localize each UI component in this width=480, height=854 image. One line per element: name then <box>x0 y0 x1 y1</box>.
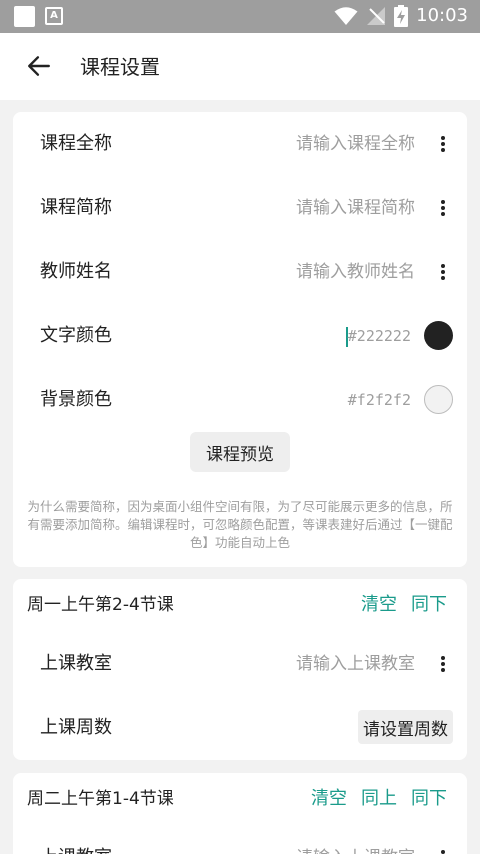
status-notifications: A <box>14 6 63 27</box>
session-title: 周一上午第2-4节课 <box>27 595 174 615</box>
same-as-next-button[interactable]: 同下 <box>411 785 447 813</box>
session-title: 周二上午第1-4节课 <box>27 789 174 809</box>
session-actions: 清空 同下 <box>361 591 447 619</box>
status-bar: A 10:03 <box>0 0 480 33</box>
status-indicators: 10:03 <box>334 5 468 27</box>
short-name-row: 课程简称 <box>13 190 467 226</box>
more-vert-icon[interactable] <box>431 652 455 676</box>
text-color-swatch[interactable] <box>424 321 453 350</box>
room-row: 上课教室 <box>13 840 467 854</box>
bg-color-label: 背景颜色 <box>40 389 112 410</box>
text-color-row: 文字颜色 #222222 <box>13 318 467 354</box>
text-color-label: 文字颜色 <box>40 325 112 346</box>
weeks-row: 上课周数 请设置周数 <box>13 710 467 746</box>
more-vert-icon[interactable] <box>431 846 455 854</box>
notification-icon <box>14 6 35 27</box>
room-input[interactable] <box>185 646 415 682</box>
status-time: 10:03 <box>416 5 468 26</box>
font-icon: A <box>45 7 63 25</box>
full-name-label: 课程全称 <box>40 133 112 154</box>
more-vert-icon[interactable] <box>431 260 455 284</box>
bg-color-swatch[interactable] <box>424 385 453 414</box>
battery-charging-icon <box>394 5 409 27</box>
back-arrow-icon[interactable] <box>26 53 52 79</box>
no-signal-icon <box>367 7 386 25</box>
session-card: 周一上午第2-4节课 清空 同下 上课教室 上课周数 请设置周数 <box>13 579 467 760</box>
full-name-input[interactable] <box>185 126 415 162</box>
room-label: 上课教室 <box>40 653 112 674</box>
course-info-card: 课程全称 课程简称 教师姓名 文字颜色 #222222 背景颜色 #f2f2f2… <box>13 112 467 567</box>
session-actions: 清空 同上 同下 <box>311 785 447 813</box>
room-input[interactable] <box>185 840 415 854</box>
text-color-input[interactable]: #222222 <box>348 318 411 354</box>
clear-button[interactable]: 清空 <box>361 591 397 619</box>
teacher-input[interactable] <box>185 254 415 290</box>
room-label: 上课教室 <box>40 840 112 854</box>
teacher-row: 教师姓名 <box>13 254 467 290</box>
clear-button[interactable]: 清空 <box>311 785 347 813</box>
session-card: 周二上午第1-4节课 清空 同上 同下 上课教室 <box>13 773 467 854</box>
page-title: 课程设置 <box>80 55 160 79</box>
room-row: 上课教室 <box>13 646 467 682</box>
more-vert-icon[interactable] <box>431 196 455 220</box>
short-name-input[interactable] <box>185 190 415 226</box>
bg-color-input[interactable]: #f2f2f2 <box>348 382 411 418</box>
bg-color-row: 背景颜色 #f2f2f2 <box>13 382 467 418</box>
short-name-label: 课程简称 <box>40 197 112 218</box>
app-bar: 课程设置 <box>0 33 480 100</box>
same-as-previous-button[interactable]: 同上 <box>361 785 397 813</box>
course-preview-button[interactable]: 课程预览 <box>190 432 290 472</box>
same-as-next-button[interactable]: 同下 <box>411 591 447 619</box>
wifi-icon <box>334 7 358 25</box>
full-name-row: 课程全称 <box>13 126 467 162</box>
weeks-label: 上课周数 <box>40 717 112 738</box>
set-weeks-button[interactable]: 请设置周数 <box>358 710 453 744</box>
short-name-note: 为什么需要简称，因为桌面小组件空间有限，为了尽可能展示更多的信息，所有需要添加简… <box>27 499 453 550</box>
more-vert-icon[interactable] <box>431 132 455 156</box>
teacher-label: 教师姓名 <box>40 261 112 282</box>
